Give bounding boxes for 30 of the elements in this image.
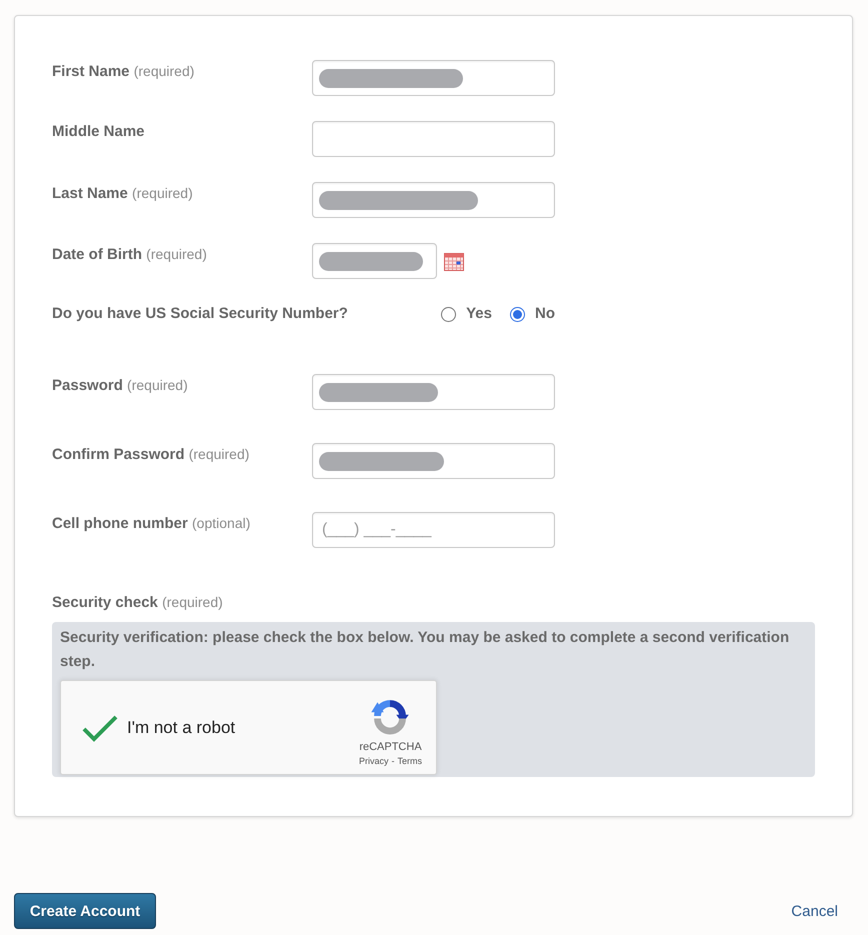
field-label: Last Name (required) [52,184,194,204]
link-separator: - [392,756,394,766]
radio-button[interactable] [441,306,456,322]
captcha-link[interactable]: Terms [398,756,422,766]
field-label: Password (required) [52,376,189,396]
field-label: Middle Name [52,122,146,142]
input-field[interactable]: (___) ___-____ [312,512,555,548]
radio-button[interactable] [510,306,525,322]
captcha-brand-text: reCAPTCHA [359,740,422,752]
section-label: Security check (required) [52,593,223,613]
cancel-link[interactable]: Cancel [791,902,838,920]
field-label: Confirm Password (required) [52,445,250,465]
radio-label[interactable]: Yes [466,304,492,324]
input-field[interactable] [312,443,555,479]
field-label: Do you have US Social Security Number? [52,304,348,324]
captcha-link[interactable]: Privacy [358,756,388,766]
calendar-icon[interactable] [444,252,464,270]
field-label: First Name (required) [52,62,196,82]
input-field[interactable] [312,182,555,218]
input-field[interactable] [312,374,555,410]
field-label: Date of Birth (required) [52,245,208,265]
radio-label[interactable]: No [535,304,555,324]
captcha-label: I'm not a robot [127,718,236,738]
verification-message: Security verification: please check the box below. You may be asked to complete a second verification step. [60,628,790,672]
checkmark-icon[interactable] [82,714,118,742]
input-field[interactable] [312,121,555,157]
field-label: Cell phone number (optional) [52,514,252,534]
create-account-button[interactable]: Create Account [14,893,156,929]
input-field[interactable] [312,60,555,96]
input-field[interactable] [312,243,437,279]
